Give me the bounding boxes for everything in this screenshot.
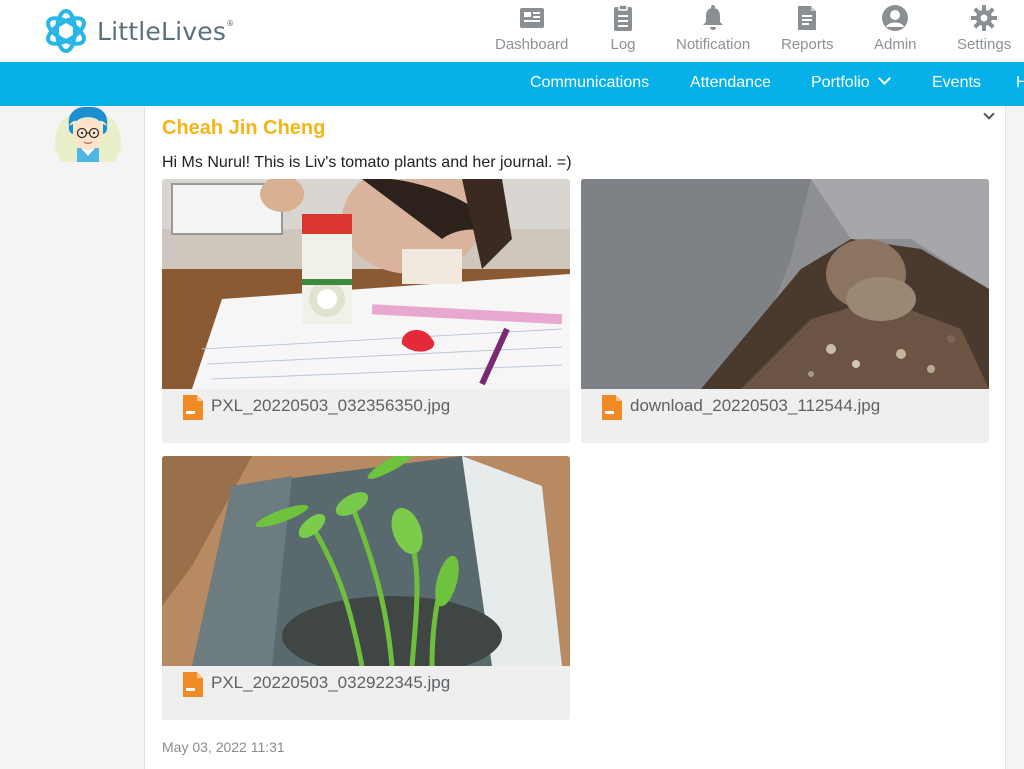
nav-reports[interactable]: Reports <box>781 4 834 58</box>
post-card: Cheah Jin Cheng Hi Ms Nurul! This is Liv… <box>144 106 1006 769</box>
author-avatar <box>55 104 122 162</box>
post-options-chevron-icon[interactable] <box>983 108 995 120</box>
nav-log-label: Log <box>610 36 636 53</box>
attachment-1-filename: PXL_20220503_032356350.jpg <box>211 396 451 415</box>
subnav-attendance[interactable]: Attendance <box>690 74 771 92</box>
nav-notification-label: Notification <box>676 36 751 53</box>
top-header: LittleLives® Dashboard Log Notification … <box>0 0 1024 62</box>
post-timestamp: May 03, 2022 11:31 <box>162 739 285 755</box>
subnav-more[interactable]: H <box>1016 74 1024 92</box>
attachment-3[interactable]: PXL_20220503_032922345.jpg <box>162 456 570 720</box>
attachment-3-thumbnail <box>162 456 570 666</box>
post-message: Hi Ms Nurul! This is Liv's tomato plants… <box>162 154 572 171</box>
nav-admin-label: Admin <box>874 36 917 53</box>
image-file-icon <box>183 395 203 420</box>
sub-navigation: Communications Attendance Portfolio Even… <box>0 62 1024 106</box>
subnav-events[interactable]: Events <box>932 74 981 92</box>
registered-mark: ® <box>226 18 235 28</box>
brand-logo[interactable]: LittleLives® <box>42 8 234 54</box>
nav-settings-label: Settings <box>957 36 1012 53</box>
nav-log[interactable]: Log <box>609 4 637 58</box>
subnav-portfolio[interactable]: Portfolio <box>811 72 891 92</box>
attachment-2[interactable]: download_20220503_112544.jpg <box>581 179 989 443</box>
image-file-icon <box>183 672 203 697</box>
nav-dashboard-label: Dashboard <box>495 36 569 53</box>
report-icon <box>793 4 821 32</box>
subnav-portfolio-label: Portfolio <box>811 74 870 91</box>
bell-icon <box>699 4 727 32</box>
brand-name: LittleLives <box>97 16 227 46</box>
gear-icon <box>970 4 998 32</box>
attachment-3-filename: PXL_20220503_032922345.jpg <box>211 673 451 692</box>
nav-settings[interactable]: Settings <box>957 4 1011 58</box>
user-circle-icon <box>881 4 909 32</box>
subnav-communications[interactable]: Communications <box>530 74 649 92</box>
nav-dashboard[interactable]: Dashboard <box>495 4 568 58</box>
nav-reports-label: Reports <box>781 36 834 53</box>
nav-notification[interactable]: Notification <box>676 4 750 58</box>
littlelives-logo-icon <box>46 9 86 53</box>
clipboard-icon <box>609 4 637 32</box>
attachment-2-thumbnail <box>581 179 989 389</box>
attachment-1[interactable]: PXL_20220503_032356350.jpg <box>162 179 570 443</box>
attachment-1-thumbnail <box>162 179 570 389</box>
nav-admin[interactable]: Admin <box>874 4 917 58</box>
post-author[interactable]: Cheah Jin Cheng <box>162 117 325 140</box>
image-file-icon <box>602 395 622 420</box>
dashboard-icon <box>518 4 546 32</box>
chevron-down-icon <box>877 72 891 85</box>
attachment-2-filename: download_20220503_112544.jpg <box>630 396 881 415</box>
